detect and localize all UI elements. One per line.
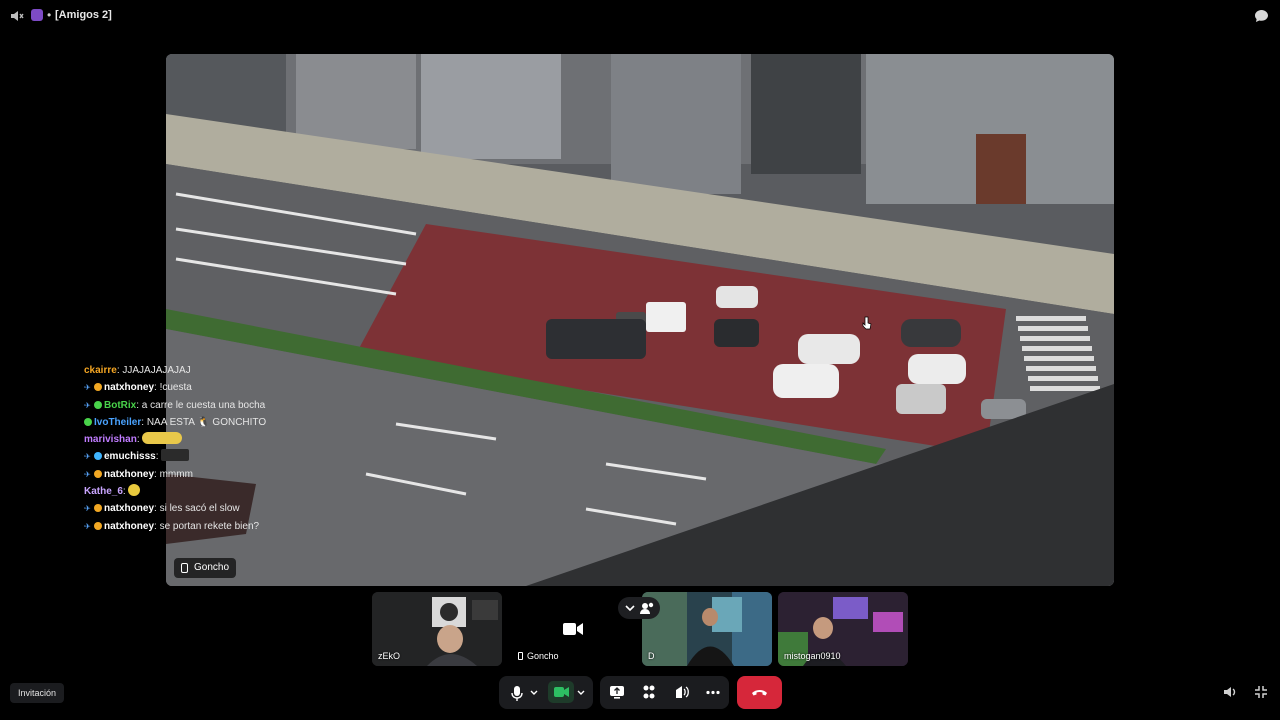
gold-badge-icon [94,521,102,530]
chat-text: se portan rekete bien? [159,520,260,532]
chat-username[interactable]: BotRix [104,400,136,411]
chat-text: mmmm [159,468,193,480]
gold-badge-icon [94,469,102,478]
emote-small-icon [128,484,141,497]
chat-username[interactable]: natxhoney [104,382,154,393]
pin-badge-icon: ✈ [84,521,91,531]
chat-username[interactable]: IvoTheiler [94,417,141,428]
chat-overlay: ckairre: JJAJAJAJAJAJ ✈ natxhoney: !cuesta… [84,362,384,535]
speaker-muted-icon[interactable] [10,9,24,23]
chat-message: ckairre: JJAJAJAJAJAJ [84,362,384,379]
participants-toggle-button[interactable] [618,597,660,619]
chat-message: ✈ emuchisss: [84,448,384,465]
emote-dark-icon [161,449,190,462]
chevron-down-icon[interactable] [528,676,540,709]
channel-title: [Amigos 2] [55,9,112,21]
stage-streamer-name: Goncho [194,562,230,573]
disconnect-button[interactable] [737,676,782,709]
server-icon[interactable] [31,9,43,21]
stage-streamer-label: Goncho [174,558,237,578]
camera-toggle-button[interactable] [548,681,574,703]
soundboard-icon[interactable] [672,676,690,709]
participant-tile[interactable]: mistogan0910 [778,592,908,666]
mobile-phone-icon [181,563,188,573]
chat-username[interactable]: marivishan [84,434,137,445]
pin-badge-icon: ✈ [84,400,91,410]
chat-username[interactable]: natxhoney [104,469,154,480]
chat-message: ✈ natxhoney: !cuesta [84,379,384,396]
participant-video [642,592,772,666]
people-icon [642,603,648,609]
pin-badge-icon: ✈ [84,469,91,479]
chat-text: !cuesta [159,382,192,394]
chat-message: ✈ natxhoney: mmmm [84,466,384,483]
participant-tile[interactable]: zEkO [372,592,502,666]
chat-message: ✈ natxhoney: si les sacó el slow [84,500,384,517]
chevron-down-icon[interactable] [575,676,587,709]
green-badge-icon [94,400,102,409]
audio-video-controls [499,676,593,709]
camera-icon [563,623,583,635]
participant-name-wrap: Goncho [518,651,559,661]
blue-badge-icon [94,452,102,461]
chat-username[interactable]: emuchisss [104,451,156,462]
mobile-phone-icon [518,652,523,660]
chat-message: ✈ natxhoney: se portan rekete bien? [84,518,384,535]
chat-message: ✈ BotRix: a carre le cuesta una bocha [84,397,384,414]
participant-name: zEkO [378,651,401,661]
chat-bubble-icon[interactable] [1254,9,1269,23]
title-separator: • [47,8,52,22]
gold-badge-icon [94,383,102,392]
chat-username[interactable]: natxhoney [104,503,154,514]
activities-icon[interactable] [640,676,658,709]
pin-badge-icon: ✈ [84,383,91,393]
pin-badge-icon: ✈ [84,504,91,514]
chat-username[interactable]: natxhoney [104,521,154,532]
participant-name: D [648,651,655,661]
chat-message: marivishan: [84,431,384,448]
invite-button[interactable]: Invitación [10,683,65,703]
top-bar: • [Amigos 2] [0,0,1280,32]
more-icon[interactable] [704,676,722,709]
chat-message: Kathe_6: [84,483,384,500]
chat-text: a carre le cuesta una bocha [141,399,266,411]
hang-up-icon [752,690,767,696]
chat-message: IvoTheiler: NAA ESTA 🐧 GONCHITO [84,414,384,431]
microphone-icon[interactable] [507,676,527,709]
green-badge-icon [84,417,92,426]
chevron-down-icon [625,605,635,612]
participant-name: Goncho [527,651,559,661]
chat-text: si les sacó el slow [159,503,240,515]
pin-badge-icon: ✈ [84,452,91,462]
fullscreen-exit-icon[interactable] [1254,685,1268,699]
screen-share-icon[interactable] [608,676,626,709]
emote-yellow-icon [142,432,183,445]
chat-text: NAA ESTA 🐧 GONCHITO [146,416,267,428]
camera-icon [554,687,569,697]
chat-text: JJAJAJAJAJAJ [122,365,191,376]
volume-icon[interactable] [1223,685,1239,699]
participant-name: mistogan0910 [784,651,841,661]
gold-badge-icon [94,504,102,513]
mouse-cursor-icon [862,316,872,330]
chat-username[interactable]: ckairre [84,365,117,376]
chat-username[interactable]: Kathe_6 [84,486,123,497]
activity-controls [600,676,729,709]
participants-toggle-icons [625,602,654,614]
participant-tile[interactable]: D [642,592,772,666]
